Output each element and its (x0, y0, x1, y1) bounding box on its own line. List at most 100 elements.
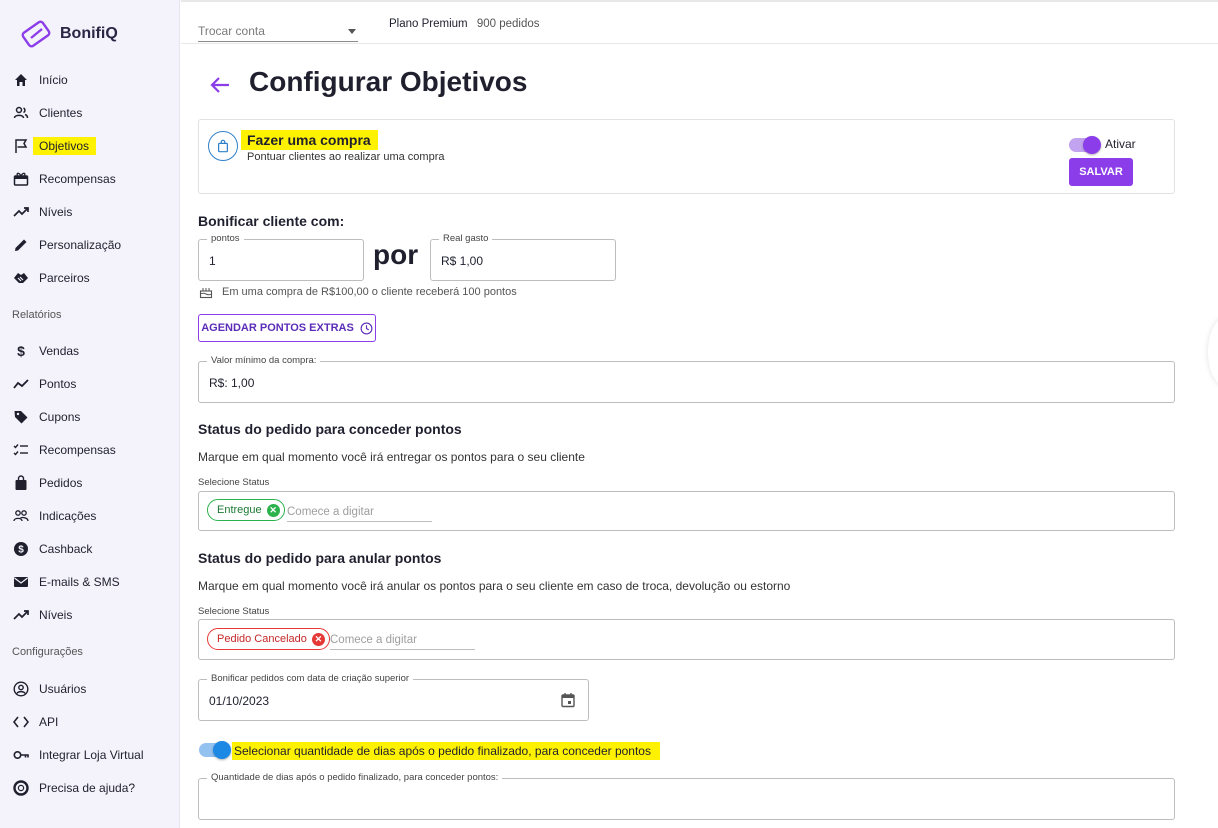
flag-icon (12, 137, 30, 155)
toggle-knob (213, 741, 231, 759)
save-button[interactable]: SALVAR (1069, 158, 1133, 186)
sidebar-item-recompensas-relatorio[interactable]: Recompensas (12, 439, 116, 461)
days-after-order-toggle-label: Selecionar quantidade de dias após o ped… (232, 742, 660, 760)
sidebar-item-label: Integrar Loja Virtual (39, 748, 144, 762)
trending-up-icon (12, 606, 30, 624)
gift-icon (12, 170, 30, 188)
activate-toggle[interactable] (1069, 136, 1101, 154)
bonus-heading: Bonificar cliente com: (198, 213, 345, 229)
page-title: Configurar Objetivos (249, 66, 528, 97)
min-purchase-field[interactable]: Valor mínimo da compra: R$: 1,00 (198, 355, 1175, 403)
plan-orders: 900 pedidos (476, 18, 540, 30)
status-chip-label: Pedido Cancelado (217, 633, 307, 645)
handshake-icon (12, 269, 30, 287)
remove-chip-icon[interactable]: ✕ (311, 632, 325, 646)
points-field[interactable]: pontos 1 (198, 233, 364, 281)
shopping-bag-icon (12, 474, 30, 492)
cancel-status-heading: Status do pedido para anular pontos (198, 550, 442, 566)
logo-mark-icon (21, 20, 51, 48)
sidebar-item-niveis[interactable]: Níveis (12, 201, 72, 223)
sidebar-item-vendas[interactable]: $ Vendas (12, 340, 79, 362)
schedule-extra-points-label: AGENDAR PONTOS EXTRAS (201, 322, 354, 334)
cancel-status-select-label: Selecione Status (198, 606, 270, 617)
cancel-status-search-input[interactable] (330, 630, 475, 650)
svg-text:$: $ (18, 545, 24, 556)
status-chip-pedido-cancelado[interactable]: Pedido Cancelado ✕ (207, 628, 330, 650)
points-hint-text: Em uma compra de R$100,00 o cliente rece… (222, 286, 517, 298)
grant-status-select-label: Selecione Status (198, 477, 270, 488)
brand-logo[interactable]: BonifiQ (18, 18, 118, 50)
home-icon (12, 71, 30, 89)
amount-spent-label: Real gasto (439, 233, 493, 244)
objective-card: Fazer uma compra Pontuar clientes ao rea… (198, 119, 1175, 194)
account-switcher-placeholder: Trocar conta (198, 24, 265, 38)
sidebar-item-label: Recompensas (39, 443, 116, 457)
top-bar: Trocar conta Plano Premium 900 pedidos (181, 0, 1218, 44)
sidebar-item-cupons[interactable]: Cupons (12, 406, 80, 428)
back-arrow-icon[interactable] (207, 72, 233, 98)
sidebar-item-indicacoes[interactable]: Indicações (12, 505, 96, 527)
amount-spent-field[interactable]: Real gasto R$ 1,00 (430, 233, 616, 281)
activate-label: Ativar (1105, 137, 1136, 151)
sidebar-item-label: Pedidos (39, 476, 83, 490)
cancel-status-select[interactable]: Pedido Cancelado ✕ (198, 619, 1175, 660)
sidebar-item-pontos[interactable]: Pontos (12, 373, 76, 395)
sidebar-item-label: E-mails & SMS (39, 575, 120, 589)
creation-date-label: Bonificar pedidos com data de criação su… (207, 673, 414, 684)
grant-status-select[interactable]: Entregue ✕ (198, 491, 1175, 531)
amount-spent-value: R$ 1,00 (441, 254, 484, 268)
sidebar-item-personalizacao[interactable]: Personalização (12, 234, 121, 256)
grant-status-search-input[interactable] (287, 502, 432, 522)
per-label: por (373, 239, 419, 270)
creation-date-value: 01/10/2023 (209, 694, 270, 708)
tag-icon (12, 408, 30, 426)
sidebar-item-label: Vendas (39, 344, 80, 358)
trending-up-icon (12, 203, 30, 221)
sidebar-item-label: Início (39, 73, 68, 87)
creation-date-field[interactable]: Bonificar pedidos com data de criação su… (198, 673, 589, 721)
status-chip-entregue[interactable]: Entregue ✕ (207, 499, 285, 521)
lifebuoy-icon (12, 779, 30, 797)
sidebar-item-ajuda[interactable]: Precisa de ajuda? (12, 777, 135, 799)
points-field-label: pontos (207, 233, 244, 244)
account-switcher-select[interactable]: Trocar conta (198, 18, 358, 42)
user-circle-icon (12, 680, 30, 698)
code-icon (12, 713, 30, 731)
coin-icon: $ (12, 540, 30, 558)
sidebar-item-label: Cupons (39, 410, 81, 424)
shopping-bag-icon (208, 131, 238, 161)
sidebar-item-usuarios[interactable]: Usuários (12, 678, 86, 700)
sidebar-item-niveis-relatorio[interactable]: Níveis (12, 604, 72, 626)
sidebar-item-label: Objetivos (33, 137, 97, 155)
users-icon (12, 104, 30, 122)
sidebar-item-recompensas[interactable]: Recompensas (12, 168, 116, 190)
status-chip-label: Entregue (217, 504, 262, 516)
dollar-icon: $ (17, 343, 25, 359)
mail-icon (12, 573, 30, 591)
sidebar-item-objetivos[interactable]: Objetivos (12, 135, 97, 157)
remove-chip-icon[interactable]: ✕ (266, 503, 280, 517)
min-purchase-value: R$: 1,00 (209, 376, 255, 390)
plan-info: Plano Premium 900 pedidos (389, 18, 540, 30)
checklist-icon (12, 441, 30, 459)
schedule-extra-points-button[interactable]: AGENDAR PONTOS EXTRAS (198, 314, 376, 342)
days-after-order-field[interactable]: Quantidade de dias após o pedido finaliz… (198, 772, 1175, 820)
sidebar-item-parceiros[interactable]: Parceiros (12, 267, 90, 289)
section-label-configuracoes: Configurações (12, 646, 83, 658)
sidebar-item-label: Usuários (39, 682, 87, 696)
sidebar-item-api[interactable]: API (12, 711, 58, 733)
sidebar-item-cashback[interactable]: $ Cashback (12, 538, 92, 560)
floating-scroll-button[interactable] (1208, 318, 1218, 386)
sidebar-item-clientes[interactable]: Clientes (12, 102, 82, 124)
sidebar-item-label: Parceiros (39, 271, 90, 285)
calendar-icon[interactable] (560, 692, 576, 708)
days-after-order-toggle[interactable] (199, 741, 231, 759)
chart-line-icon (12, 375, 30, 393)
sidebar-item-integrar-loja[interactable]: Integrar Loja Virtual (12, 744, 144, 766)
points-field-value: 1 (209, 254, 216, 268)
sidebar-item-inicio[interactable]: Início (12, 69, 68, 91)
objective-title: Fazer uma compra (241, 130, 378, 150)
sidebar-item-emails-sms[interactable]: E-mails & SMS (12, 571, 120, 593)
sidebar-item-pedidos[interactable]: Pedidos (12, 472, 82, 494)
sidebar-item-label: Recompensas (39, 172, 116, 186)
